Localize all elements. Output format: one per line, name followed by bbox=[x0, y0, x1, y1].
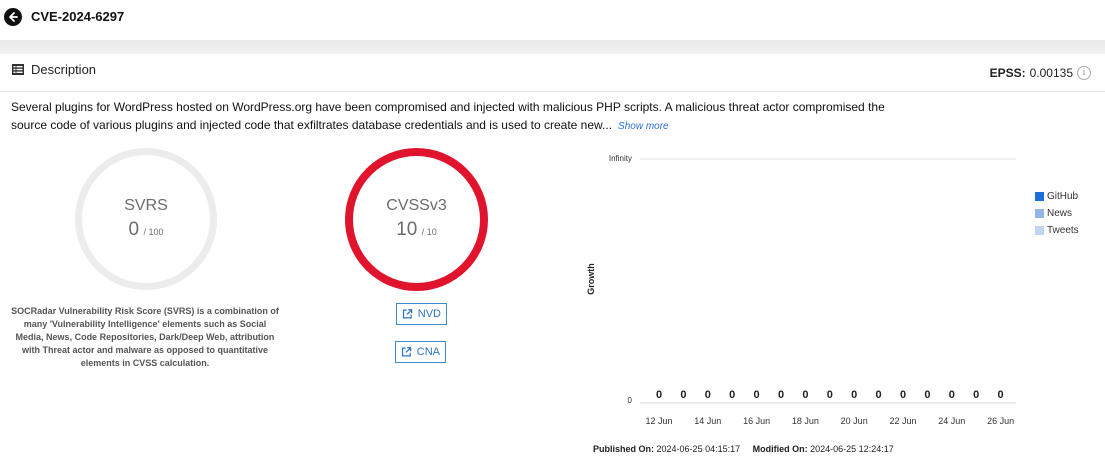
bar-data-label: 0 bbox=[876, 389, 882, 401]
nvd-link-button[interactable]: NVD bbox=[396, 303, 447, 325]
cvss-gauge: CVSSv3 10 / 10 bbox=[345, 148, 488, 291]
modified-value: 2024-06-25 12:24:17 bbox=[810, 444, 894, 454]
y-axis-label: Growth bbox=[586, 263, 596, 295]
legend-item-news[interactable]: News bbox=[1035, 205, 1079, 222]
x-tick-label: 26 Jun bbox=[987, 416, 1014, 426]
nvd-label: NVD bbox=[417, 308, 441, 320]
bar-data-label: 0 bbox=[973, 389, 979, 401]
external-link-icon bbox=[402, 309, 413, 319]
cvss-label: CVSSv3 bbox=[386, 197, 447, 214]
back-arrow-icon[interactable] bbox=[4, 8, 22, 26]
bar-data-label: 0 bbox=[827, 389, 833, 401]
bar-data-label: 0 bbox=[705, 389, 711, 401]
cvss-max: / 10 bbox=[421, 227, 437, 237]
svrs-value: 0 bbox=[128, 219, 140, 240]
x-tick-label: 20 Jun bbox=[841, 416, 868, 426]
bar-data-label: 0 bbox=[900, 389, 906, 401]
bar-data-label: 0 bbox=[924, 389, 930, 401]
svrs-max: / 100 bbox=[143, 227, 164, 237]
publish-info: Published On: 2024-06-25 04:15:17 Modifi… bbox=[593, 444, 894, 454]
svrs-gauge: SVRS 0 / 100 bbox=[75, 148, 217, 290]
description-heading: Description bbox=[31, 62, 97, 77]
growth-chart: Infinity 0 Growth 0 0 0 0 0 0 0 0 0 0 0 0 0 0 0 12 Jun 1… bbox=[586, 154, 1016, 426]
legend-swatch bbox=[1035, 192, 1044, 201]
external-link-icon bbox=[401, 347, 412, 357]
bar-data-label: 0 bbox=[680, 389, 686, 401]
header-divider-band bbox=[0, 40, 1105, 54]
epss-value: 0.00135 bbox=[1029, 66, 1073, 80]
bar-data-label: 0 bbox=[754, 389, 760, 401]
svrs-label: SVRS bbox=[124, 197, 168, 214]
x-tick-label: 24 Jun bbox=[938, 416, 965, 426]
published-value: 2024-06-25 04:15:17 bbox=[656, 444, 741, 454]
cvss-value: 10 bbox=[396, 219, 418, 240]
divider bbox=[0, 91, 1105, 92]
bar-data-label: 0 bbox=[949, 389, 955, 401]
description-body: Several plugins for WordPress hosted on … bbox=[11, 100, 885, 132]
x-tick-label: 12 Jun bbox=[645, 416, 672, 426]
bar-data-label: 0 bbox=[851, 389, 857, 401]
description-text: Several plugins for WordPress hosted on … bbox=[11, 98, 911, 136]
y-tick-label: Infinity bbox=[609, 154, 632, 163]
cna-link-button[interactable]: CNA bbox=[395, 341, 446, 363]
legend-label: News bbox=[1047, 208, 1073, 219]
x-tick-label: 18 Jun bbox=[792, 416, 819, 426]
bar-data-label: 0 bbox=[656, 389, 662, 401]
y-tick-label: 0 bbox=[628, 396, 633, 405]
legend-swatch bbox=[1035, 209, 1044, 218]
epss-score: EPSS: 0.00135 i bbox=[990, 66, 1091, 80]
modified-label: Modified On: bbox=[752, 444, 808, 454]
info-icon[interactable]: i bbox=[1077, 66, 1091, 80]
cna-label: CNA bbox=[416, 346, 440, 358]
epss-label: EPSS: bbox=[989, 66, 1026, 80]
legend-item-tweets[interactable]: Tweets bbox=[1035, 222, 1079, 239]
legend-label: Tweets bbox=[1047, 225, 1079, 236]
published-label: Published On: bbox=[593, 444, 655, 454]
legend-item-github[interactable]: GitHub bbox=[1035, 188, 1079, 205]
legend-swatch bbox=[1035, 226, 1044, 235]
x-tick-label: 22 Jun bbox=[889, 416, 916, 426]
page-title: CVE-2024-6297 bbox=[31, 9, 125, 24]
top-bar: CVE-2024-6297 bbox=[0, 0, 1105, 40]
description-header: Description bbox=[12, 62, 96, 77]
x-tick-label: 14 Jun bbox=[694, 416, 721, 426]
svrs-description: SOCRadar Vulnerability Risk Score (SVRS)… bbox=[11, 306, 279, 368]
bar-data-label: 0 bbox=[998, 389, 1004, 401]
list-icon bbox=[12, 64, 24, 75]
show-more-link[interactable]: Show more bbox=[618, 121, 669, 132]
bar-data-label: 0 bbox=[729, 389, 735, 401]
x-tick-label: 16 Jun bbox=[743, 416, 770, 426]
bar-data-label: 0 bbox=[778, 389, 784, 401]
legend-label: GitHub bbox=[1047, 191, 1079, 202]
bar-data-label: 0 bbox=[802, 389, 808, 401]
chart-legend: GitHub News Tweets bbox=[1035, 188, 1079, 239]
